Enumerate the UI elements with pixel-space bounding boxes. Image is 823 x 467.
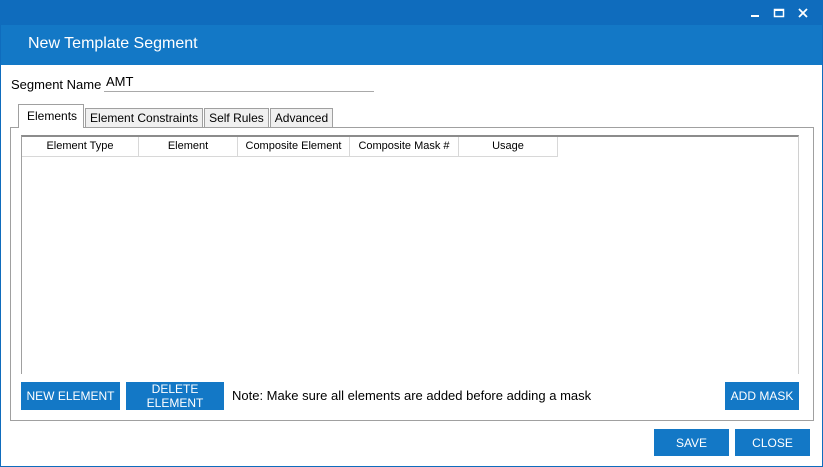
title-bar: New Template Segment xyxy=(1,1,822,65)
tab-element-constraints[interactable]: Element Constraints xyxy=(85,108,204,128)
column-header-element[interactable]: Element xyxy=(139,137,238,157)
maximize-icon[interactable] xyxy=(772,6,786,20)
window-controls xyxy=(748,3,810,23)
tab-advanced[interactable]: Advanced xyxy=(269,108,334,128)
close-icon[interactable] xyxy=(796,6,810,20)
tab-elements[interactable]: Elements xyxy=(18,104,85,128)
column-header-composite-element[interactable]: Composite Element xyxy=(238,137,350,157)
window-title: New Template Segment xyxy=(28,35,198,52)
dialog-window: New Template Segment Segment Name Elemen… xyxy=(0,0,823,467)
title-bar-strip xyxy=(1,1,822,25)
close-button[interactable]: CLOSE xyxy=(735,429,810,456)
column-header-composite-mask[interactable]: Composite Mask # xyxy=(350,137,459,157)
minimize-icon[interactable] xyxy=(748,6,762,20)
elements-tab-panel: Element Type Element Composite Element C… xyxy=(10,127,814,421)
mask-note-text: Note: Make sure all elements are added b… xyxy=(232,388,592,403)
segment-name-label: Segment Name xyxy=(11,77,102,92)
new-element-button[interactable]: NEW ELEMENT xyxy=(21,382,120,410)
elements-grid[interactable]: Element Type Element Composite Element C… xyxy=(21,135,799,374)
save-button[interactable]: SAVE xyxy=(654,429,729,456)
tab-strip: Elements Element Constraints Self Rules … xyxy=(18,104,334,128)
delete-element-button[interactable]: DELETE ELEMENT xyxy=(126,382,224,410)
grid-header: Element Type Element Composite Element C… xyxy=(22,137,798,157)
segment-name-input[interactable] xyxy=(104,72,374,92)
add-mask-button[interactable]: ADD MASK xyxy=(725,382,799,410)
column-header-element-type[interactable]: Element Type xyxy=(22,137,139,157)
column-header-usage[interactable]: Usage xyxy=(459,137,558,157)
tab-self-rules[interactable]: Self Rules xyxy=(204,108,269,128)
